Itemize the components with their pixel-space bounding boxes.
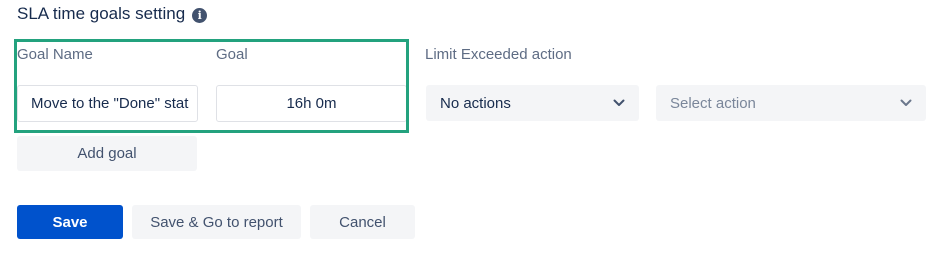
cancel-button[interactable]: Cancel — [310, 205, 415, 239]
column-label-goal: Goal — [216, 46, 248, 63]
save-and-go-to-report-button[interactable]: Save & Go to report — [132, 205, 301, 239]
add-goal-button[interactable]: Add goal — [17, 136, 197, 171]
goal-name-value: Move to the "Done" stat — [31, 95, 189, 112]
limit-action-select[interactable]: No actions — [426, 85, 639, 121]
goal-time-input[interactable]: 16h 0m — [216, 85, 407, 122]
info-icon[interactable]: i — [192, 7, 208, 23]
limit-action-value: No actions — [440, 94, 511, 112]
select-action-placeholder: Select action — [670, 94, 756, 112]
chevron-down-icon — [613, 97, 625, 109]
column-label-limit-exceeded-action: Limit Exceeded action — [425, 46, 572, 63]
page-title: SLA time goals setting i — [17, 4, 208, 24]
select-action-select[interactable]: Select action — [656, 85, 926, 121]
page-title-text: SLA time goals setting — [17, 4, 186, 23]
column-label-goal-name: Goal Name — [17, 46, 93, 63]
save-button[interactable]: Save — [17, 205, 123, 239]
goal-time-value: 16h 0m — [286, 95, 337, 112]
goal-name-input[interactable]: Move to the "Done" stat — [17, 85, 198, 122]
chevron-down-icon — [900, 97, 912, 109]
